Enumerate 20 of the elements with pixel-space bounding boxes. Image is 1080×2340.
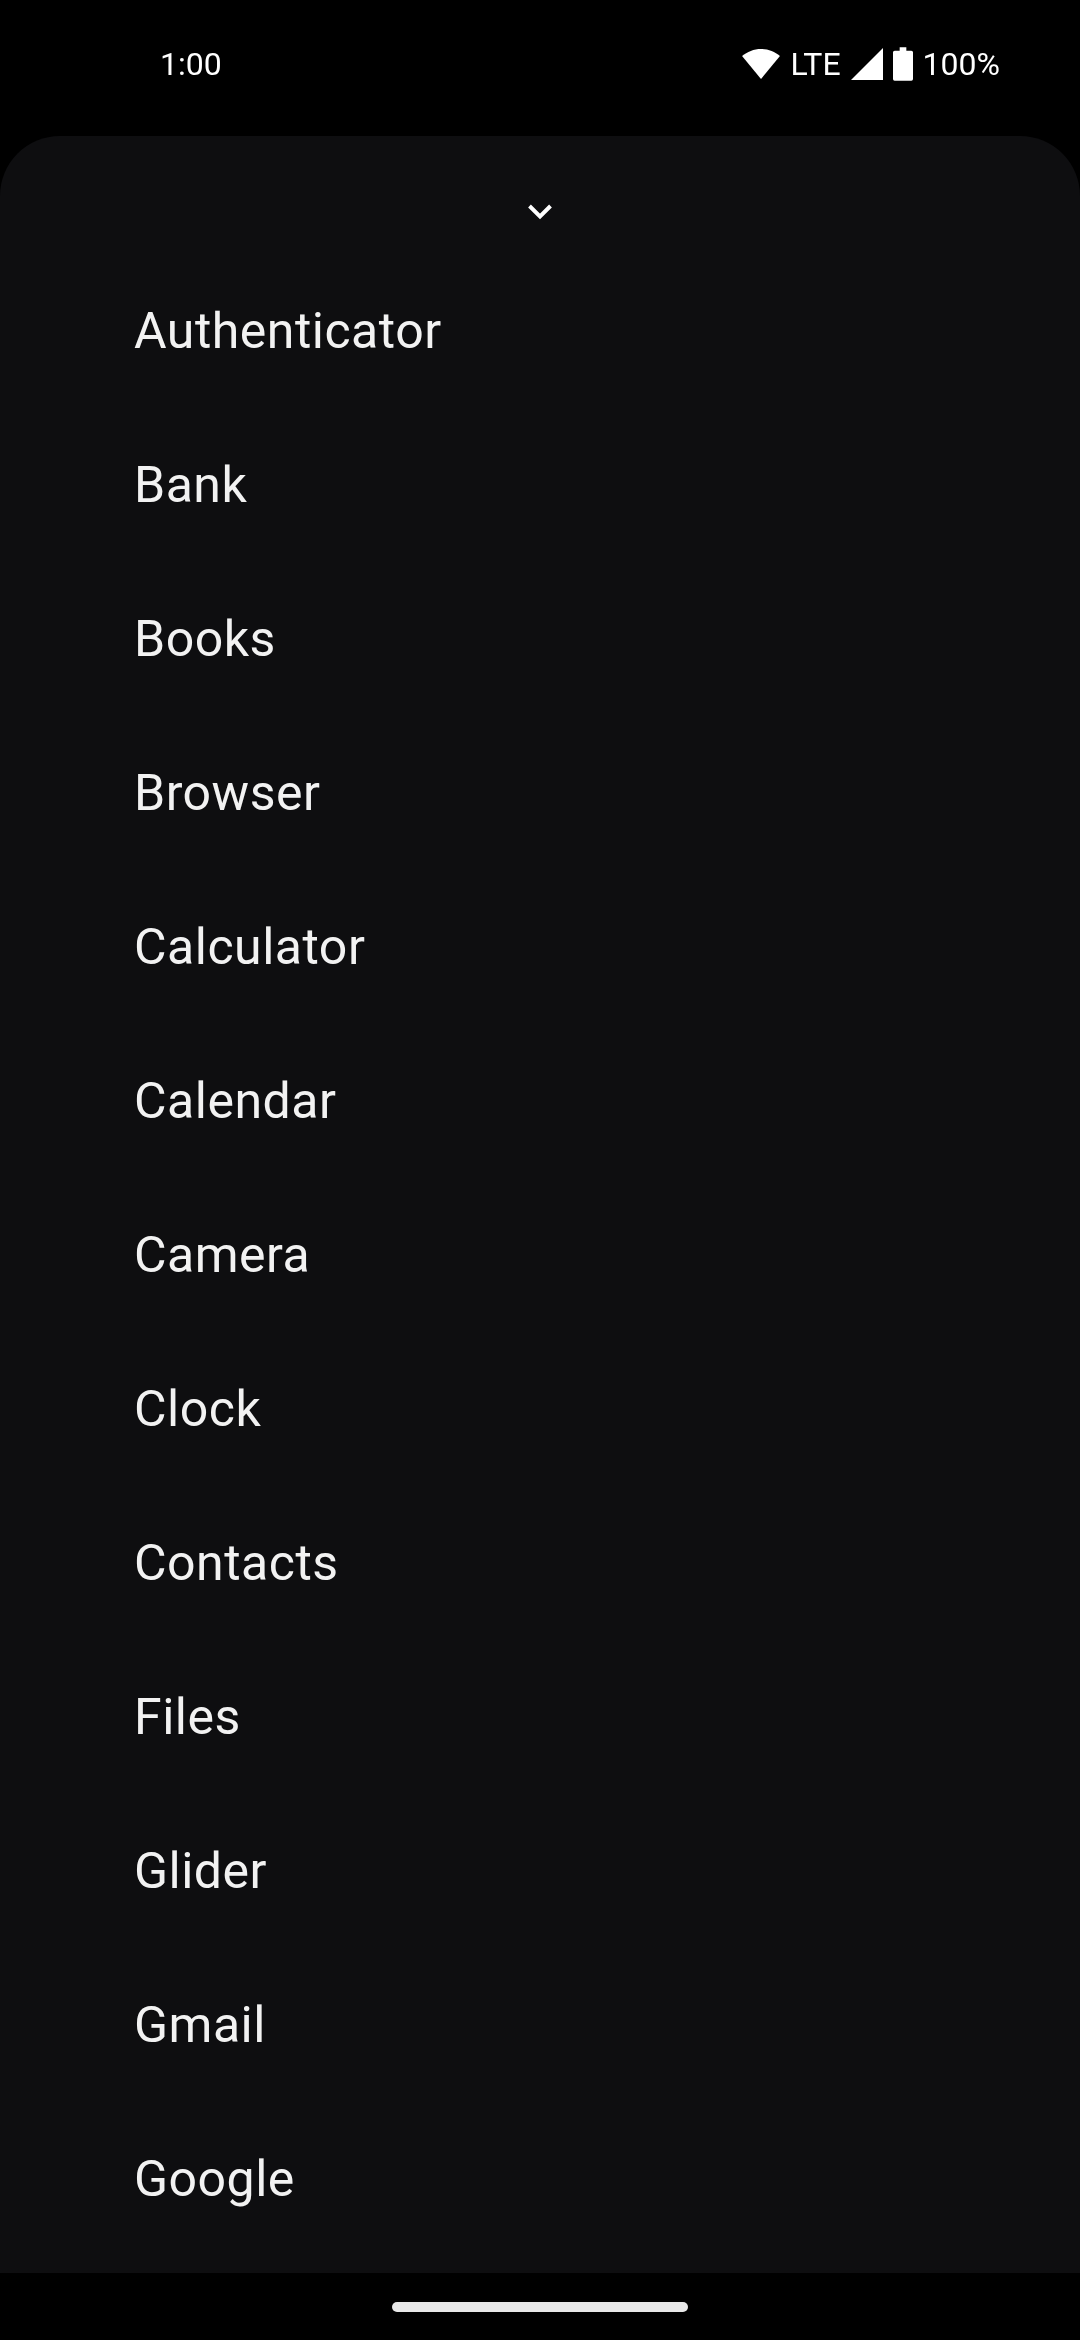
app-list-item[interactable]: Authenticator	[134, 293, 442, 369]
battery-icon	[892, 47, 913, 81]
app-list-item[interactable]: Google	[134, 2141, 295, 2217]
battery-percent: 100%	[922, 44, 1000, 85]
app-list-item[interactable]: Camera	[134, 1217, 311, 1293]
app-list-item[interactable]: Calculator	[134, 909, 366, 985]
app-list-item[interactable]: Clock	[134, 1371, 262, 1447]
app-list-item[interactable]: Bank	[134, 447, 248, 523]
wifi-icon	[742, 49, 781, 79]
app-list-item[interactable]: Gmail	[134, 1987, 266, 2063]
app-list-item[interactable]: Calendar	[134, 1063, 337, 1139]
app-list-item[interactable]: Contacts	[134, 1525, 339, 1601]
network-type: LTE	[790, 44, 841, 85]
signal-icon	[850, 48, 883, 80]
app-list-item[interactable]: Glider	[134, 1833, 268, 1909]
app-list-item[interactable]: Browser	[134, 755, 321, 831]
status-time: 1:00	[160, 44, 222, 85]
navigation-handle[interactable]	[392, 2301, 688, 2312]
app-list-item[interactable]: Books	[134, 601, 276, 677]
app-list-item[interactable]: Files	[134, 1679, 241, 1755]
